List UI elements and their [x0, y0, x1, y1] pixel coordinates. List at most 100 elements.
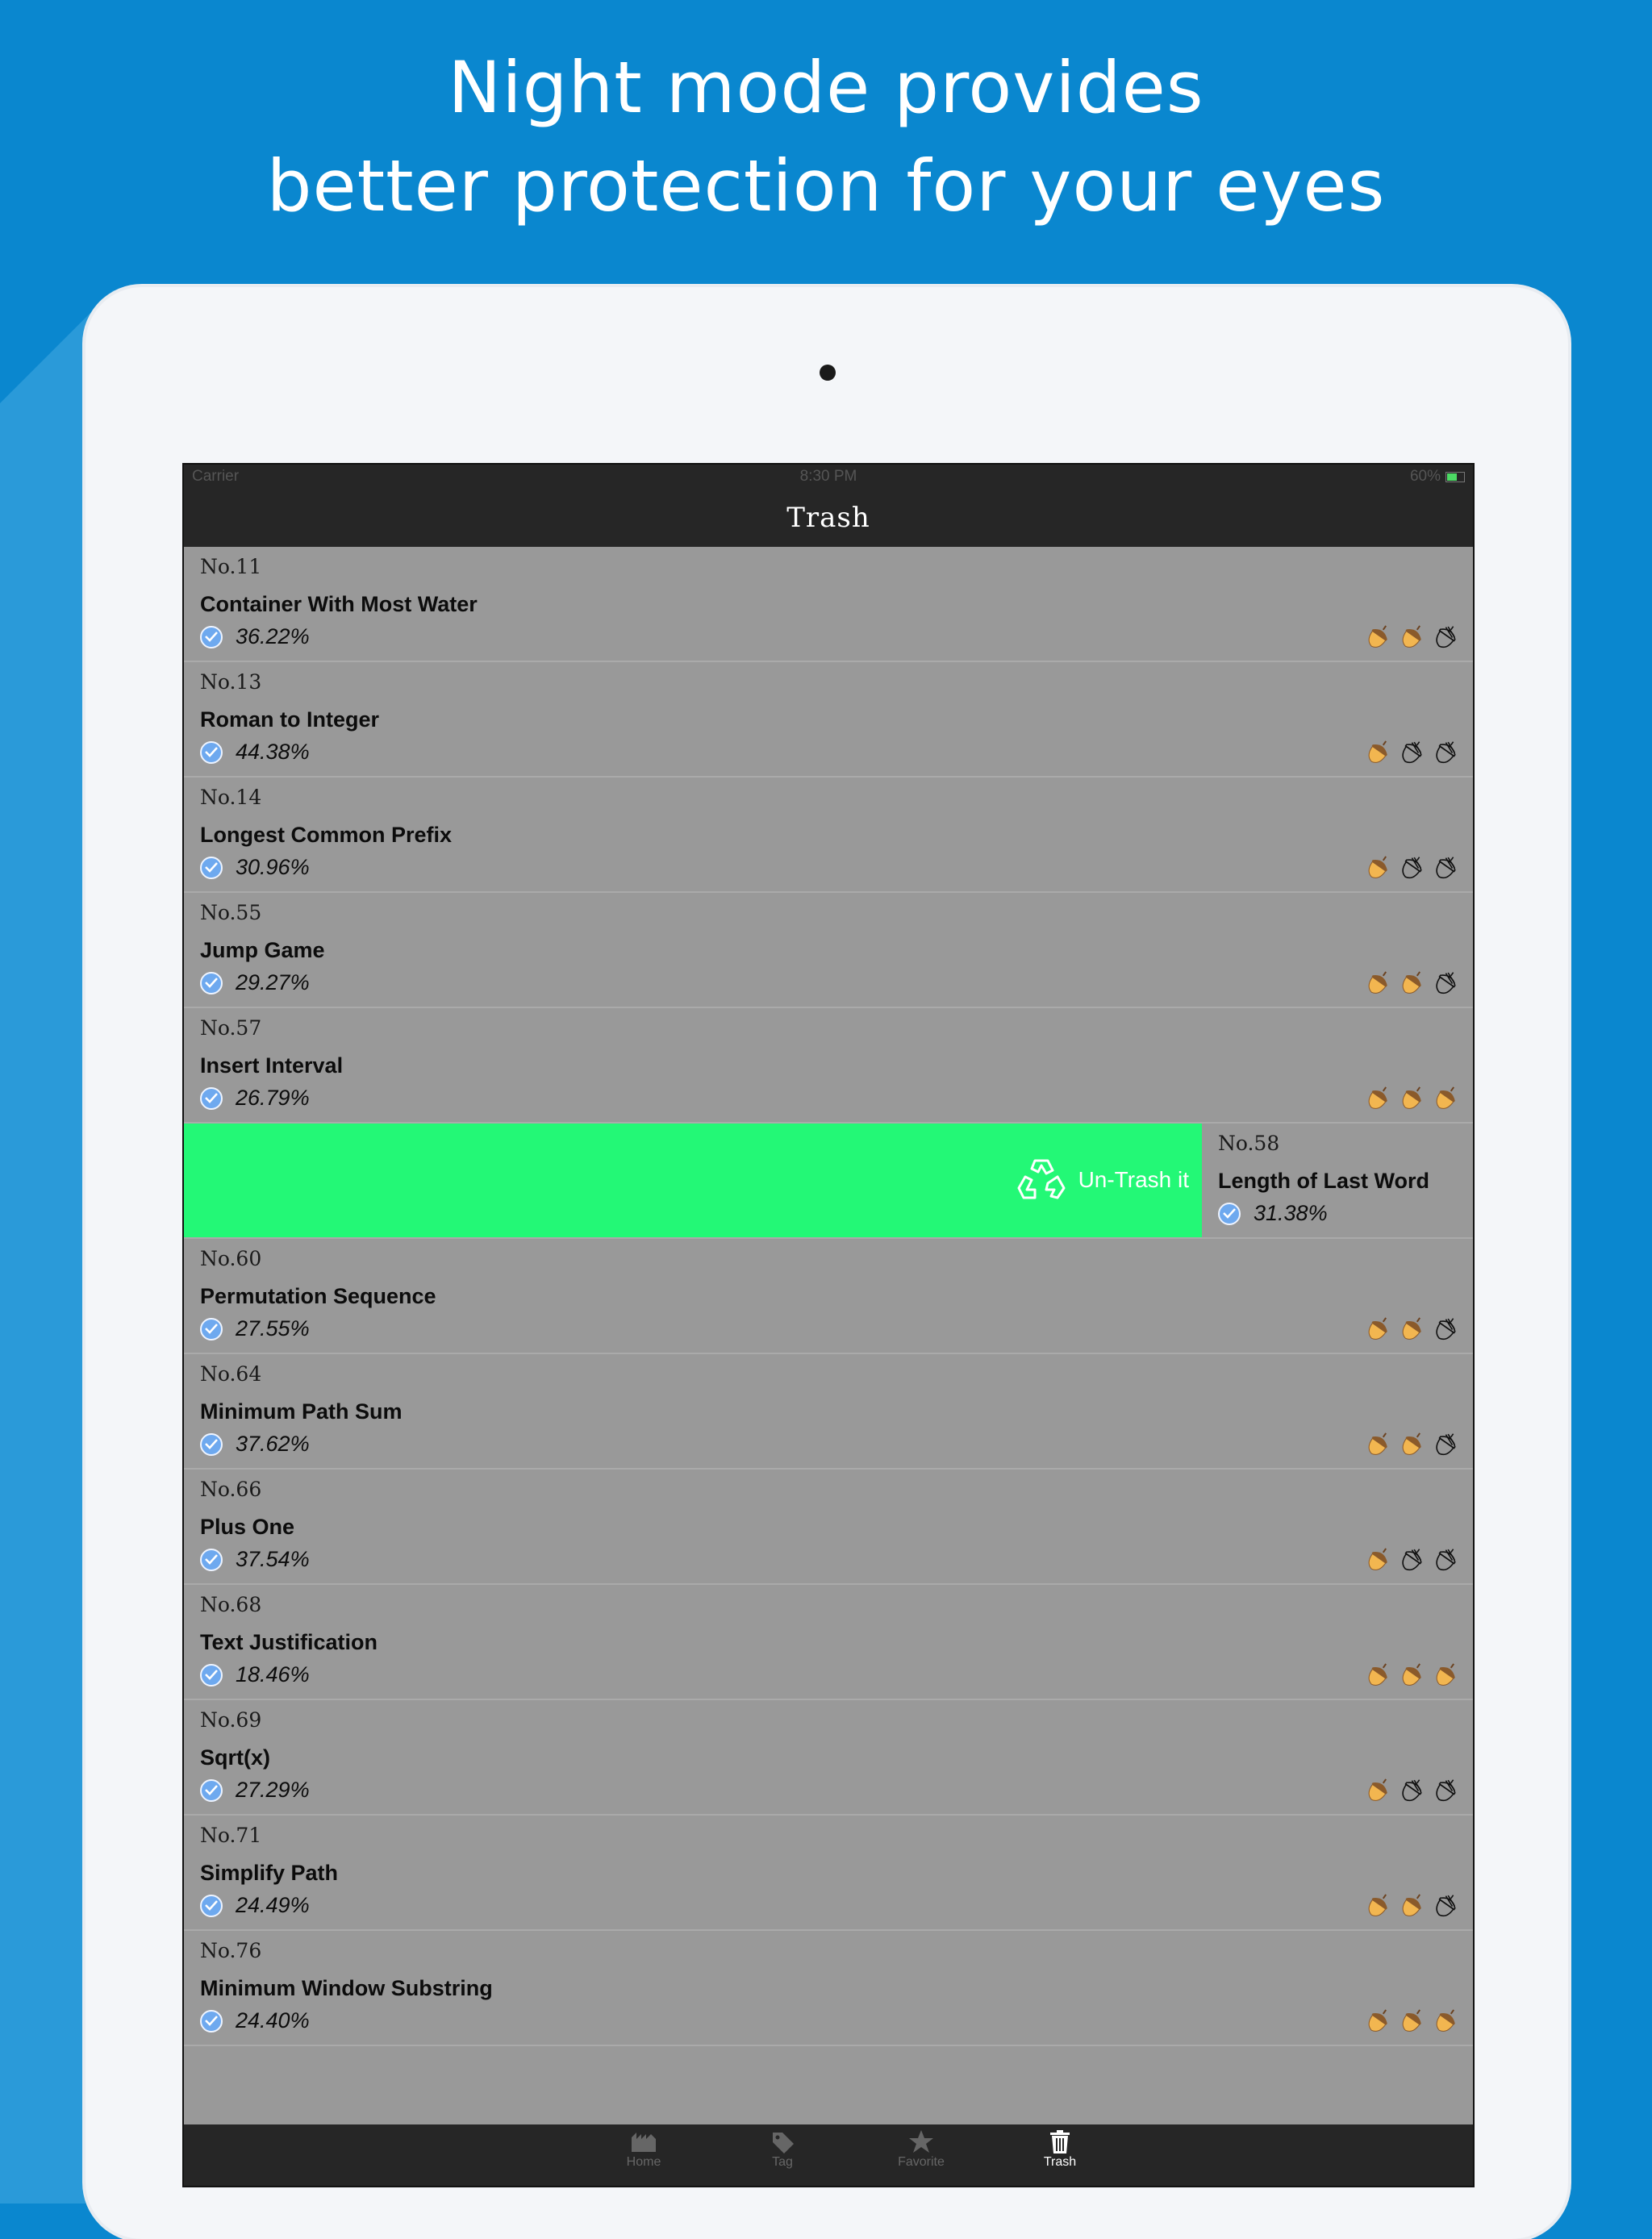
acorn-icon [1365, 853, 1392, 885]
difficulty-rating [1365, 1084, 1460, 1115]
check-icon [200, 856, 223, 879]
tab-favorite[interactable]: Favorite [881, 2129, 962, 2170]
acorn-icon [1433, 1430, 1460, 1461]
problem-number: No.11 [200, 555, 262, 578]
list-item[interactable]: No.66 Plus One 37.54% [184, 1470, 1473, 1585]
acorn-icon [1365, 1430, 1392, 1461]
acceptance-rate: 37.62% [200, 1432, 310, 1457]
acceptance-rate: 31.38% [1218, 1201, 1328, 1226]
list-item[interactable]: No.14 Longest Common Prefix 30.96% [184, 778, 1473, 893]
acorn-icon [1399, 1776, 1426, 1807]
acorn-icon [1365, 969, 1392, 1000]
list-item[interactable]: No.76 Minimum Window Substring 24.40% [184, 1931, 1473, 2046]
rate-value: 29.27% [236, 970, 310, 994]
check-icon [200, 740, 223, 764]
acceptance-rate: 26.79% [200, 1086, 310, 1111]
check-icon [200, 1663, 223, 1687]
acorn-icon [1399, 1084, 1426, 1115]
rate-value: 30.96% [236, 855, 310, 879]
check-icon [200, 2009, 223, 2033]
check-icon [200, 1778, 223, 1802]
rate-value: 27.55% [236, 1316, 310, 1340]
check-icon [200, 1086, 223, 1110]
acorn-icon [1433, 853, 1460, 885]
list-item[interactable]: No.58 Length of Last Word 31.38% [1202, 1124, 1473, 1239]
headline-line-2: better protection for your eyes [266, 144, 1386, 227]
problem-number: No.14 [200, 786, 262, 809]
problem-title: Minimum Path Sum [200, 1399, 403, 1424]
rate-value: 31.38% [1254, 1201, 1328, 1225]
list-item[interactable]: No.57 Insert Interval 26.79% [184, 1008, 1473, 1124]
difficulty-rating [1365, 1661, 1460, 1692]
untrash-action[interactable]: Un-Trash it [184, 1124, 1202, 1237]
acorn-icon [1365, 1661, 1392, 1692]
battery-indicator: 60% [1410, 468, 1465, 486]
acorn-icon [1433, 1776, 1460, 1807]
rate-value: 37.54% [236, 1547, 310, 1571]
home-icon [603, 2129, 684, 2154]
status-time: 8:30 PM [799, 468, 857, 485]
acorn-icon [1365, 1776, 1392, 1807]
rate-value: 26.79% [236, 1086, 310, 1110]
problem-title: Container With Most Water [200, 592, 478, 616]
tab-tag[interactable]: Tag [742, 2129, 823, 2170]
acorn-icon [1399, 1315, 1426, 1346]
list-item[interactable]: No.64 Minimum Path Sum 37.62% [184, 1354, 1473, 1470]
problem-number: No.60 [200, 1247, 262, 1270]
problem-title: Minimum Window Substring [200, 1976, 493, 2000]
difficulty-rating [1365, 738, 1460, 769]
acorn-icon [1399, 1430, 1426, 1461]
list-item[interactable]: No.71 Simplify Path 24.49% [184, 1816, 1473, 1931]
check-icon [200, 1894, 223, 1917]
tab-label: Tag [772, 2155, 793, 2169]
acorn-icon [1433, 1315, 1460, 1346]
acorn-icon [1399, 1545, 1426, 1577]
acorn-icon [1399, 738, 1426, 769]
problem-title: Insert Interval [200, 1053, 344, 1078]
problem-number: No.71 [200, 1824, 262, 1847]
problem-number: No.68 [200, 1593, 262, 1616]
check-icon [200, 1432, 223, 1456]
difficulty-rating [1365, 1430, 1460, 1461]
tab-home[interactable]: Home [603, 2129, 684, 2170]
problem-number: No.76 [200, 1939, 262, 1962]
acorn-icon [1365, 1084, 1392, 1115]
problem-list[interactable]: No.11 Container With Most Water 36.22% No.1… [184, 547, 1473, 2046]
list-item[interactable]: No.13 Roman to Integer 44.38% [184, 662, 1473, 778]
swiped-row[interactable]: Un-Trash it No.58 Length of Last Word 31… [184, 1124, 1473, 1239]
tab-label: Trash [1043, 2155, 1077, 2169]
check-icon [200, 1317, 223, 1340]
difficulty-rating [1365, 1545, 1460, 1577]
acceptance-rate: 18.46% [200, 1662, 310, 1687]
problem-number: No.58 [1218, 1132, 1280, 1155]
tab-label: Favorite [898, 2155, 945, 2169]
problem-title: Plus One [200, 1515, 295, 1539]
acorn-icon [1399, 623, 1426, 654]
difficulty-rating [1365, 2007, 1460, 2038]
problem-title: Roman to Integer [200, 707, 380, 732]
rate-value: 24.40% [236, 2008, 310, 2033]
status-bar: Carrier 8:30 PM 60% [184, 465, 1473, 489]
acceptance-rate: 36.22% [200, 624, 310, 649]
acorn-icon [1365, 738, 1392, 769]
list-item[interactable]: No.55 Jump Game 29.27% [184, 893, 1473, 1008]
problem-title: Permutation Sequence [200, 1284, 436, 1308]
acorn-icon [1433, 1661, 1460, 1692]
acorn-icon [1433, 1084, 1460, 1115]
untrash-label: Un-Trash it [1078, 1167, 1189, 1192]
list-item[interactable]: No.69 Sqrt(x) 27.29% [184, 1700, 1473, 1816]
problem-number: No.57 [200, 1016, 262, 1040]
list-item[interactable]: No.60 Permutation Sequence 27.55% [184, 1239, 1473, 1354]
problem-number: No.66 [200, 1478, 262, 1501]
headline-line-1: Night mode provides [448, 46, 1204, 129]
problem-number: No.64 [200, 1362, 262, 1386]
rate-value: 36.22% [236, 624, 310, 648]
list-item[interactable]: No.11 Container With Most Water 36.22% [184, 547, 1473, 662]
acceptance-rate: 29.27% [200, 970, 310, 995]
acorn-icon [1399, 1661, 1426, 1692]
acorn-icon [1433, 738, 1460, 769]
tab-trash[interactable]: Trash [1020, 2129, 1100, 2170]
problem-title: Simplify Path [200, 1861, 339, 1885]
list-item[interactable]: No.68 Text Justification 18.46% [184, 1585, 1473, 1700]
acceptance-rate: 27.55% [200, 1316, 310, 1341]
